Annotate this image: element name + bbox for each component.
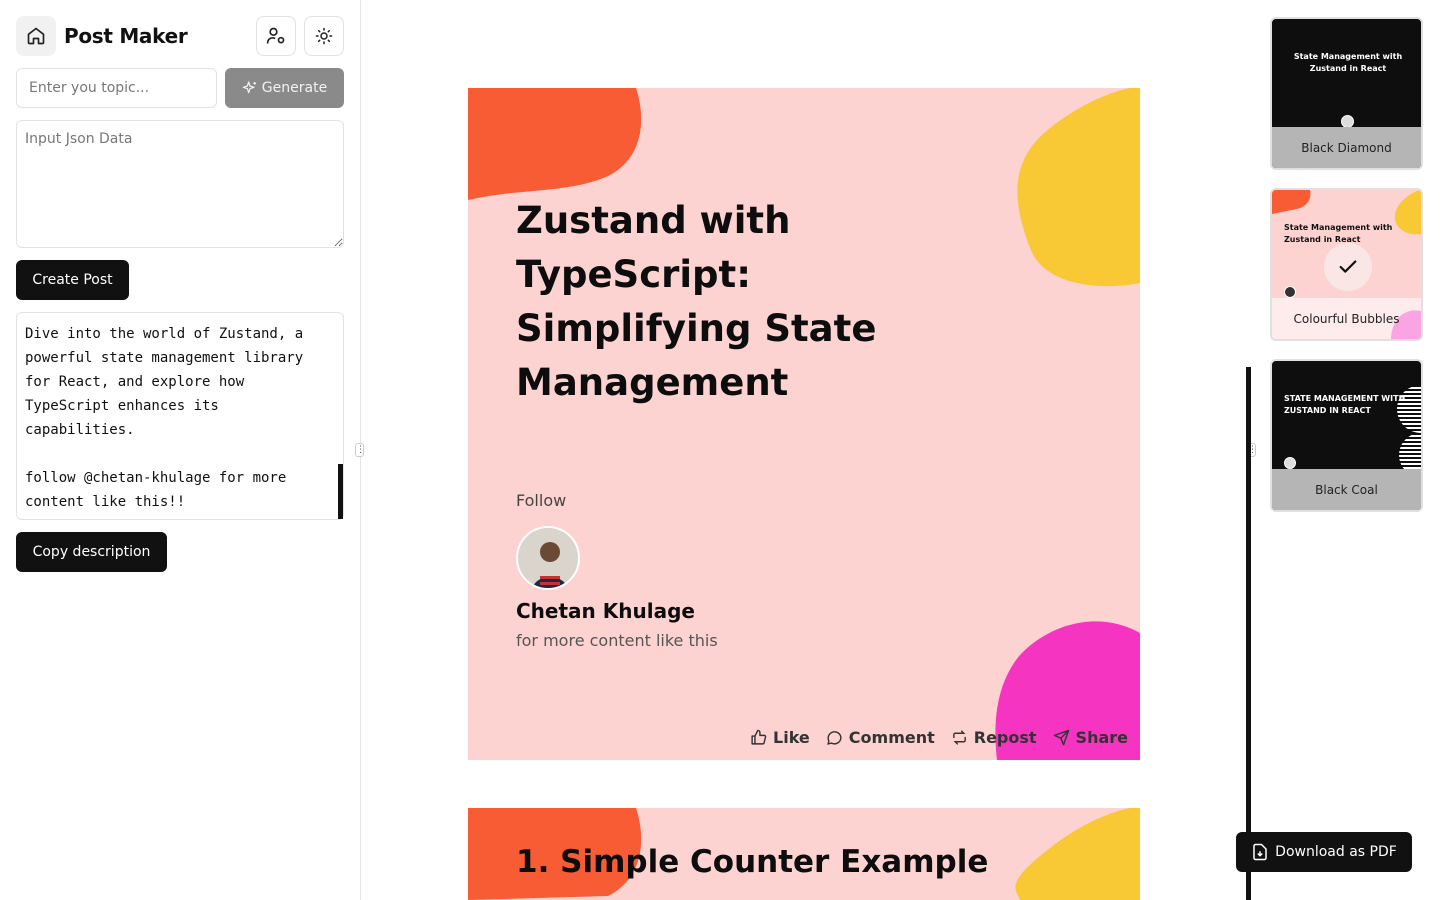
theme-label: Black Coal xyxy=(1272,469,1421,510)
theme-avatar xyxy=(1284,457,1296,469)
theme-preview-title: State Management with Zustand in React xyxy=(1293,52,1403,73)
download-pdf-button[interactable]: Download as PDF xyxy=(1236,832,1412,872)
share-action: Share xyxy=(1053,728,1128,747)
sun-icon xyxy=(315,27,333,45)
user-settings-icon xyxy=(266,27,285,44)
yellow-blob xyxy=(1015,808,1140,900)
comment-action: Comment xyxy=(826,728,935,747)
slide-2: 1. Simple Counter Example xyxy=(468,808,1140,900)
theme-card-black-coal[interactable]: STATE MANAGEMENT WITH ZUSTAND IN REACT B… xyxy=(1270,359,1423,512)
comment-icon xyxy=(826,731,842,745)
theme-label: Black Diamond xyxy=(1272,127,1421,168)
app-title: Post Maker xyxy=(64,24,188,48)
thumbs-up-icon xyxy=(751,729,767,745)
topic-input[interactable] xyxy=(16,68,217,108)
panel-scrollbar[interactable] xyxy=(1246,367,1251,900)
profile-settings-button[interactable] xyxy=(256,16,296,56)
share-label: Share xyxy=(1075,728,1128,747)
slide-title: 1. Simple Counter Example xyxy=(516,844,989,880)
author-name: Chetan Khulage xyxy=(516,599,695,623)
follow-label: Follow xyxy=(516,491,567,510)
home-icon xyxy=(27,27,45,45)
theme-toggle-button[interactable] xyxy=(304,16,344,56)
generate-label: Generate xyxy=(261,80,328,96)
home-button[interactable] xyxy=(16,16,56,56)
author-avatar xyxy=(516,526,580,590)
editor-panel: Post Maker Generate Create Post Dive int… xyxy=(0,0,361,900)
create-post-button[interactable]: Create Post xyxy=(16,260,129,300)
brand: Post Maker xyxy=(16,16,188,56)
orange-blob xyxy=(1272,190,1311,214)
send-icon xyxy=(1053,729,1069,746)
slide-1: Zustand with TypeScript: Simplifying Sta… xyxy=(468,88,1140,760)
author-subtitle: for more content like this xyxy=(516,631,718,650)
theme-avatar xyxy=(1284,286,1296,298)
like-label: Like xyxy=(773,728,810,747)
json-input[interactable] xyxy=(16,120,344,248)
download-label: Download as PDF xyxy=(1275,844,1397,860)
selected-indicator xyxy=(1324,243,1372,291)
social-actions: Like Comment Repost Share xyxy=(750,728,1128,747)
check-icon xyxy=(1339,260,1357,273)
comment-label: Comment xyxy=(848,728,935,747)
slide-title: Zustand with TypeScript: Simplifying Sta… xyxy=(516,199,877,404)
left-resize-handle[interactable]: ⋮ xyxy=(355,443,365,457)
create-post-label: Create Post xyxy=(32,272,113,288)
theme-card-colourful-bubbles[interactable]: State Management with Zustand in React C… xyxy=(1270,188,1423,341)
repost-action: Repost xyxy=(951,728,1037,747)
stripe-circles xyxy=(1397,385,1421,473)
orange-blob xyxy=(468,88,642,200)
repost-label: Repost xyxy=(973,728,1037,747)
theme-label: Colourful Bubbles xyxy=(1272,298,1421,339)
generate-button[interactable]: Generate xyxy=(225,68,344,108)
file-download-icon xyxy=(1253,843,1267,861)
sparkles-icon xyxy=(242,81,256,94)
theme-card-black-diamond[interactable]: State Management with Zustand in React B… xyxy=(1270,17,1423,170)
repost-icon xyxy=(952,730,966,745)
description-text[interactable]: Dive into the world of Zustand, a powerf… xyxy=(16,312,344,520)
yellow-blob xyxy=(1017,88,1140,287)
copy-description-button[interactable]: Copy description xyxy=(16,532,167,572)
copy-description-label: Copy description xyxy=(32,544,151,560)
like-action: Like xyxy=(750,728,810,747)
description-scrollbar[interactable] xyxy=(338,464,343,519)
